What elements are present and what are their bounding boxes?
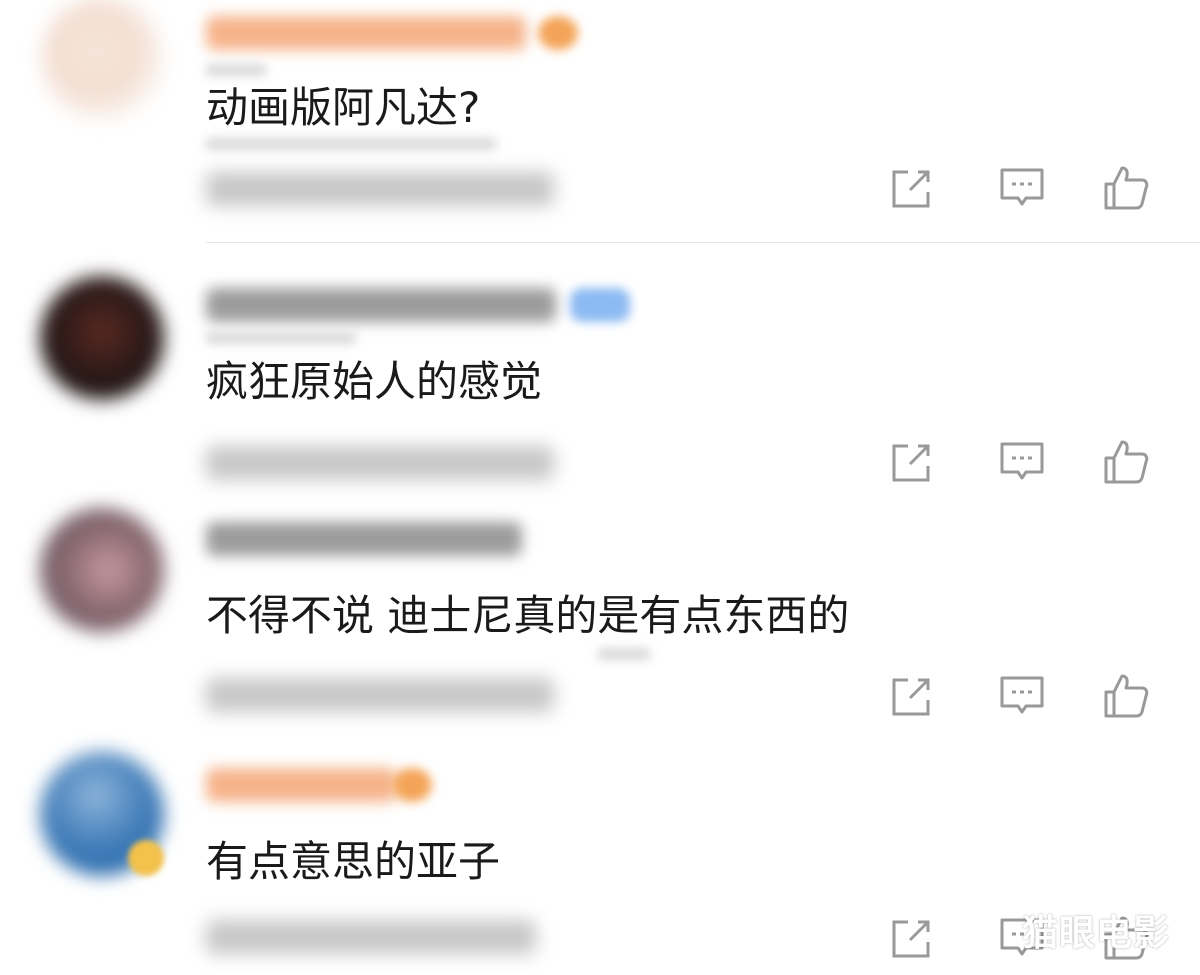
username[interactable] <box>206 768 396 802</box>
vip-badge-icon <box>538 16 578 50</box>
comment-actions <box>888 164 1158 212</box>
thumbs-up-icon <box>1104 440 1149 484</box>
vip-badge-icon <box>392 768 432 802</box>
comment-meta <box>206 920 536 954</box>
comment-meta <box>206 446 554 480</box>
reply-button[interactable] <box>998 164 1046 212</box>
comment-text: 不得不说 迪士尼真的是有点东西的 <box>206 591 850 640</box>
comment-icon <box>1000 676 1044 714</box>
comment-actions <box>888 672 1158 720</box>
verified-badge-icon <box>128 840 164 876</box>
avatar[interactable] <box>40 0 164 120</box>
like-button[interactable] <box>1102 672 1150 720</box>
thumbs-up-icon <box>1104 674 1149 718</box>
comment-meta <box>206 172 554 206</box>
vip-badge-icon <box>570 288 630 322</box>
like-button[interactable] <box>1102 438 1150 486</box>
avatar[interactable] <box>40 276 164 400</box>
thumbs-up-icon <box>1104 166 1149 210</box>
avatar[interactable] <box>40 508 164 632</box>
watermark: 猫眼电影 <box>1022 913 1171 954</box>
share-button[interactable] <box>888 914 936 962</box>
comment-icon <box>1000 442 1044 480</box>
like-button[interactable] <box>1102 164 1150 212</box>
share-icon <box>892 444 930 482</box>
reply-button[interactable] <box>998 672 1046 720</box>
comment-subtext <box>206 138 496 150</box>
share-button[interactable] <box>888 164 936 212</box>
comment-actions <box>888 438 1158 486</box>
comment-text: 动画版阿凡达? <box>206 83 481 132</box>
share-button[interactable] <box>888 438 936 486</box>
user-level <box>206 332 356 344</box>
username[interactable] <box>206 288 556 322</box>
user-level <box>206 64 266 76</box>
divider <box>206 242 1200 243</box>
username[interactable] <box>206 522 522 556</box>
share-icon <box>892 170 930 208</box>
comment-subtext <box>598 648 650 660</box>
comment-text: 有点意思的亚子 <box>206 837 501 886</box>
comment-icon <box>1000 168 1044 206</box>
share-button[interactable] <box>888 672 936 720</box>
share-icon <box>892 678 930 716</box>
username[interactable] <box>206 16 526 50</box>
share-icon <box>892 920 930 958</box>
comment-list: 动画版阿凡达? 疯狂原始人的感觉 不得不说 迪士尼真的是有点东西的 有点意思的亚… <box>0 0 1200 975</box>
comment-meta <box>206 678 554 712</box>
comment-text: 疯狂原始人的感觉 <box>206 357 543 406</box>
reply-button[interactable] <box>998 438 1046 486</box>
